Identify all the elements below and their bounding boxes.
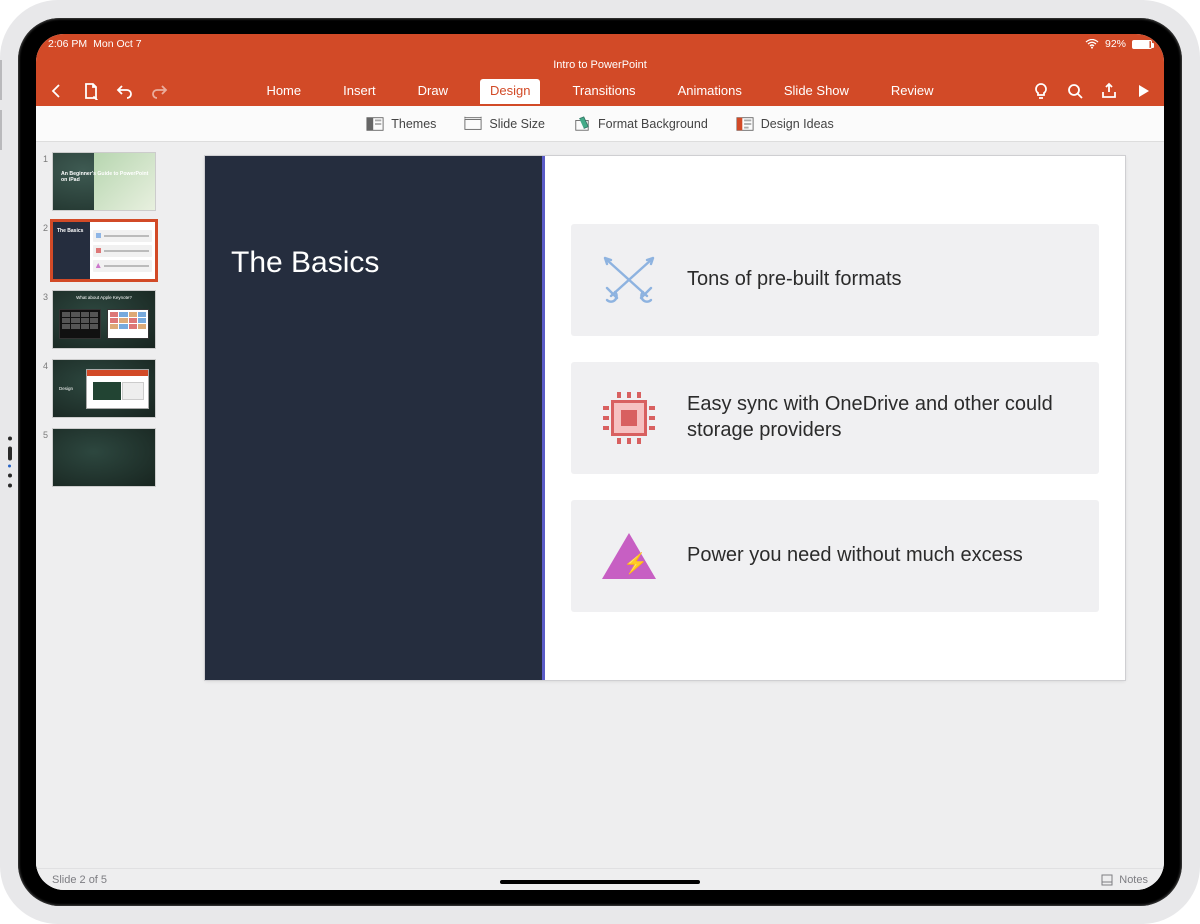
thumb-caption: What about Apple Keynote?: [53, 295, 155, 300]
battery-percent: 92%: [1105, 38, 1126, 50]
feature-text[interactable]: Power you need without much excess: [687, 543, 1023, 569]
swords-icon: [601, 252, 657, 308]
home-indicator[interactable]: [500, 880, 700, 884]
slide-thumbnail-2[interactable]: The Basics: [52, 221, 156, 280]
thumb-caption: The Basics: [53, 222, 90, 279]
themes-button[interactable]: Themes: [366, 116, 436, 132]
thumb-number: 3: [36, 290, 48, 302]
design-ideas-button[interactable]: Design Ideas: [736, 116, 834, 132]
file-menu-button[interactable]: [82, 82, 100, 100]
tab-insert[interactable]: Insert: [333, 79, 386, 104]
notes-label: Notes: [1119, 874, 1148, 886]
tab-animations[interactable]: Animations: [668, 79, 752, 104]
status-bar: 2:06 PM Mon Oct 7 92%: [36, 34, 1164, 54]
feature-card-3[interactable]: ⚡ Power you need without much excess: [571, 500, 1099, 612]
bolt-triangle-icon: ⚡: [601, 528, 657, 584]
slide-content-panel[interactable]: Tons of pre-built formats: [545, 156, 1125, 680]
thumb-number: 1: [36, 152, 48, 164]
thumb-number: 5: [36, 428, 48, 440]
tab-review[interactable]: Review: [881, 79, 944, 104]
document-title: Intro to PowerPoint: [553, 59, 647, 71]
thumb-number: 2: [36, 221, 48, 233]
undo-button[interactable]: [116, 82, 134, 100]
search-icon[interactable]: [1066, 82, 1084, 100]
slide-thumbnail-5[interactable]: [52, 428, 156, 487]
document-title-bar: Intro to PowerPoint: [36, 54, 1164, 76]
design-ideas-label: Design Ideas: [761, 117, 834, 131]
wifi-icon: [1085, 39, 1099, 49]
feature-card-2[interactable]: Easy sync with OneDrive and other could …: [571, 362, 1099, 474]
status-time: 2:06 PM: [48, 38, 87, 50]
notes-toggle[interactable]: Notes: [1101, 874, 1148, 886]
redo-button[interactable]: [150, 82, 168, 100]
slide-counter: Slide 2 of 5: [52, 874, 107, 886]
slide-thumbnail-1[interactable]: An Beginner's Guide to PowerPoint on iPa…: [52, 152, 156, 211]
design-toolbar: Themes Slide Size Format Background Desi…: [36, 106, 1164, 142]
back-button[interactable]: [48, 82, 66, 100]
thumb-caption: Design: [59, 386, 86, 391]
tab-transitions[interactable]: Transitions: [562, 79, 645, 104]
format-background-label: Format Background: [598, 117, 708, 131]
slide-size-label: Slide Size: [489, 117, 545, 131]
feature-card-1[interactable]: Tons of pre-built formats: [571, 224, 1099, 336]
slide-title-panel[interactable]: The Basics: [205, 156, 545, 680]
ribbon-tabs: Home Insert Draw Design Transitions Anim…: [256, 79, 943, 104]
tab-home[interactable]: Home: [256, 79, 311, 104]
feature-text[interactable]: Tons of pre-built formats: [687, 267, 902, 293]
feature-text[interactable]: Easy sync with OneDrive and other could …: [687, 392, 1077, 443]
tab-slideshow[interactable]: Slide Show: [774, 79, 859, 104]
slide-thumbnail-3[interactable]: What about Apple Keynote?: [52, 290, 156, 349]
format-background-button[interactable]: Format Background: [573, 116, 708, 132]
share-icon[interactable]: [1100, 82, 1118, 100]
tab-draw[interactable]: Draw: [408, 79, 458, 104]
slide-thumbnail-panel[interactable]: 1 An Beginner's Guide to PowerPoint on i…: [36, 142, 186, 868]
slide-size-button[interactable]: Slide Size: [464, 116, 545, 132]
lightbulb-icon[interactable]: [1032, 82, 1050, 100]
slide-thumbnail-4[interactable]: Design: [52, 359, 156, 418]
status-date: Mon Oct 7: [93, 38, 141, 50]
slide-title[interactable]: The Basics: [231, 246, 516, 280]
slide[interactable]: The Basics: [205, 156, 1125, 680]
chip-icon: [601, 390, 657, 446]
ribbon: Home Insert Draw Design Transitions Anim…: [36, 76, 1164, 106]
slide-canvas-area[interactable]: The Basics: [186, 142, 1164, 868]
thumb-number: 4: [36, 359, 48, 371]
themes-label: Themes: [391, 117, 436, 131]
status-footer: Slide 2 of 5 Notes: [36, 868, 1164, 890]
tab-design[interactable]: Design: [480, 79, 540, 104]
thumb-caption: An Beginner's Guide to PowerPoint on iPa…: [61, 171, 155, 183]
play-slideshow-icon[interactable]: [1134, 82, 1152, 100]
battery-icon: [1132, 40, 1152, 49]
